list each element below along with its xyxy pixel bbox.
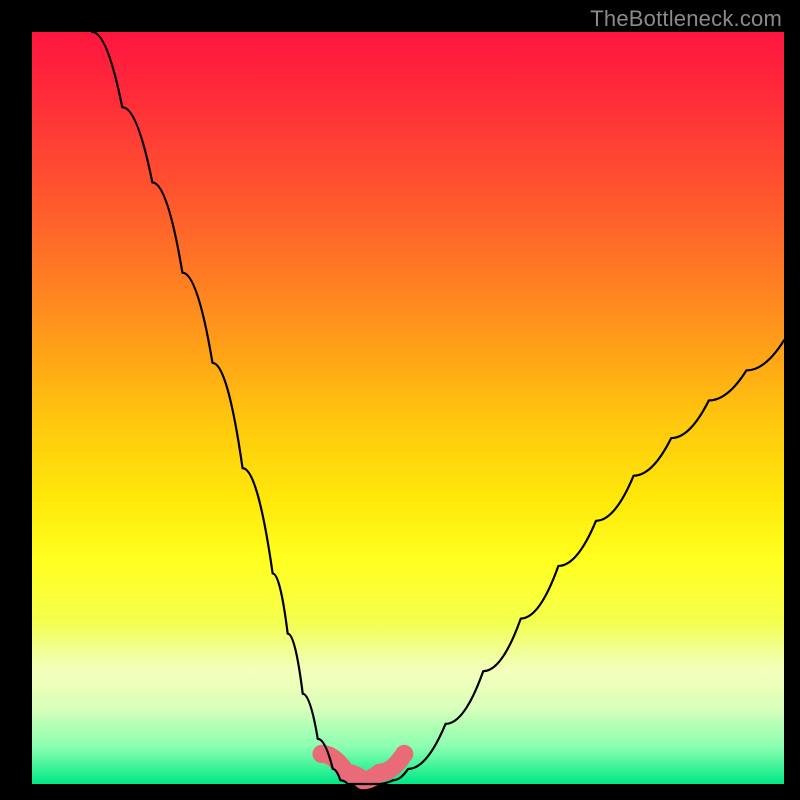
chart-frame: TheBottleneck.com (0, 0, 800, 800)
curve-layer (32, 32, 784, 784)
band-endcap-right (395, 745, 413, 763)
plot-area (32, 32, 784, 784)
watermark-text: TheBottleneck.com (590, 6, 782, 32)
optimal-range-band (322, 754, 405, 780)
bottleneck-curve (92, 32, 784, 784)
